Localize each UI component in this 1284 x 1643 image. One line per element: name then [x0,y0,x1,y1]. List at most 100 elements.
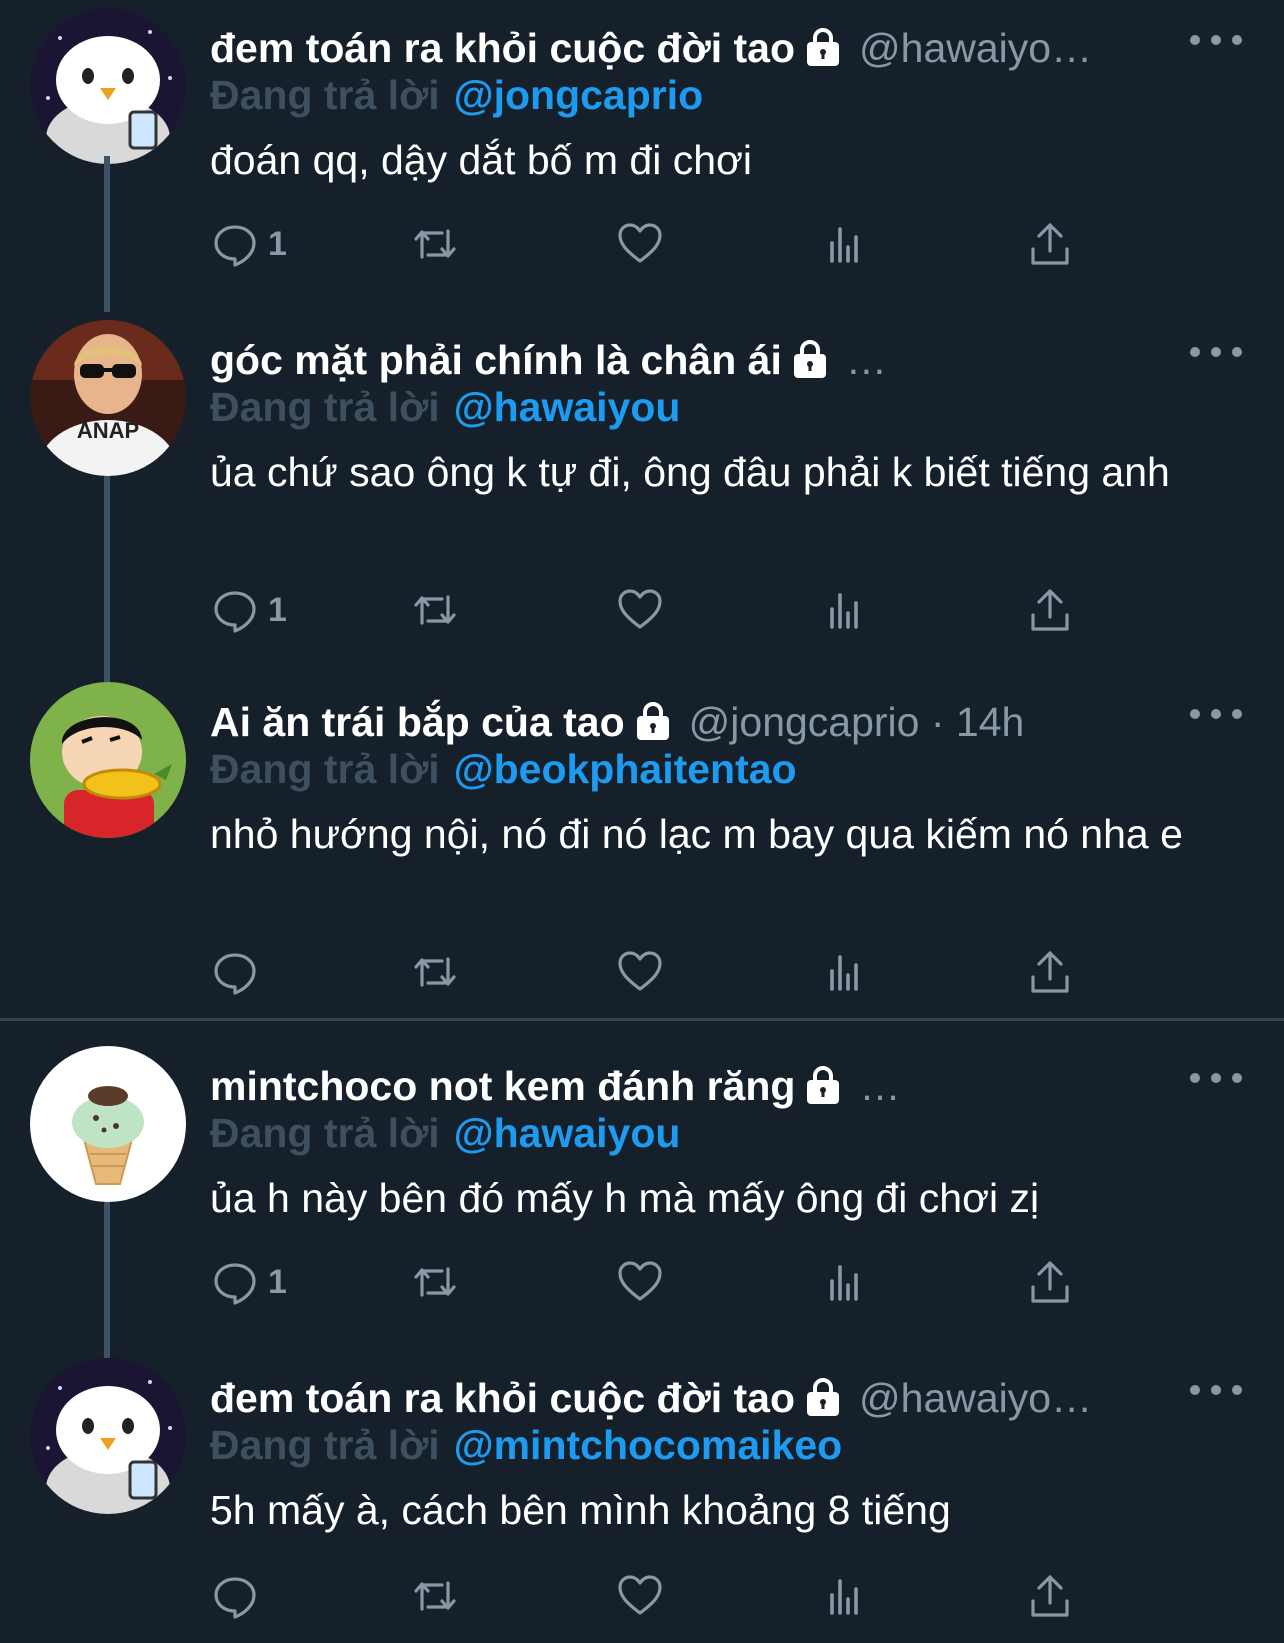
heart-icon [615,219,665,269]
analytics-button[interactable] [820,1568,870,1624]
handle[interactable]: @hawaiyo… [859,1375,1092,1422]
share-button[interactable] [1025,1568,1075,1624]
tweet-header: đem toán ra khỏi cuộc đời tao @hawaiyo… [210,20,1224,76]
tweet-2[interactable]: ANAP góc mặt phải chính là chân ái … Đan… [0,156,1284,682]
reply-icon [210,947,260,997]
replying-label: Đang trả lời [210,746,440,792]
handle[interactable]: @hawaiyo… [859,25,1092,72]
thread-line [104,156,110,312]
more-options-icon[interactable] [1190,702,1242,726]
handle[interactable]: … [846,337,887,384]
like-button[interactable] [615,216,665,272]
heart-icon [615,1571,665,1621]
svg-text:ANAP: ANAP [77,418,139,443]
tweet-actions: 1 [210,582,1130,638]
tweet-5[interactable]: đem toán ra khỏi cuộc đời tao @hawaiyo… … [0,1346,1284,1643]
more-options-icon[interactable] [1190,28,1242,52]
like-button[interactable] [615,1254,665,1310]
lock-icon [803,1066,843,1106]
reply-count: 1 [268,590,287,629]
handle-timestamp[interactable]: @jongcaprio · 14h [689,699,1025,746]
tweet-4[interactable]: mintchoco not kem đánh răng … Đang trả l… [0,1046,1284,1346]
replying-to: Đang trả lời @jongcaprio [210,72,703,119]
tweet-header: đem toán ra khỏi cuộc đời tao @hawaiyo… [210,1370,1224,1426]
retweet-icon [410,585,460,635]
analytics-icon [820,219,870,269]
tweet-1[interactable]: đem toán ra khỏi cuộc đời tao @hawaiyo… … [0,8,1284,308]
retweet-button[interactable] [410,1568,460,1624]
replying-mention-link[interactable]: @mintchocomaikeo [454,1422,843,1469]
display-name[interactable]: đem toán ra khỏi cuộc đời tao [210,1375,795,1422]
reply-icon [210,585,260,635]
replying-mention-link[interactable]: @hawaiyou [454,384,681,431]
tweet-text: đoán qq, dậy dắt bố m đi chơi [210,137,753,183]
tweet-header: góc mặt phải chính là chân ái … [210,332,1224,388]
retweet-icon [410,1571,460,1621]
display-name[interactable]: mintchoco not kem đánh răng [210,1063,795,1110]
replying-mention-link[interactable]: @beokphaitentao [454,746,797,793]
analytics-button[interactable] [820,1254,870,1310]
reply-count: 1 [268,224,287,263]
display-name[interactable]: góc mặt phải chính là chân ái [210,337,782,384]
more-options-icon[interactable] [1190,1066,1242,1090]
thread-line [104,1202,110,1346]
analytics-icon [820,1571,870,1621]
replying-mention-link[interactable]: @hawaiyou [454,1110,681,1157]
share-icon [1025,219,1075,269]
tweet-text: ủa h này bên đó mấy h mà mấy ông đi chơi… [210,1175,1040,1221]
retweet-button[interactable] [410,216,460,272]
reply-button[interactable] [210,944,268,1000]
share-icon [1025,947,1075,997]
share-button[interactable] [1025,216,1075,272]
more-options-icon[interactable] [1190,340,1242,364]
analytics-icon [820,947,870,997]
more-options-icon[interactable] [1190,1378,1242,1402]
tweet-actions [210,944,1130,1000]
avatar-ice-cream[interactable] [30,1046,186,1202]
replying-to: Đang trả lời @mintchocomaikeo [210,1422,842,1469]
share-button[interactable] [1025,944,1075,1000]
reply-icon [210,219,260,269]
reply-button[interactable]: 1 [210,582,287,638]
replying-label: Đang trả lời [210,1422,440,1468]
share-icon [1025,1257,1075,1307]
reply-button[interactable] [210,1568,268,1624]
avatar-penguin[interactable] [30,1358,186,1514]
reply-icon [210,1571,260,1621]
reply-button[interactable]: 1 [210,216,287,272]
tweet-3[interactable]: Ai ăn trái bắp của tao @jongcaprio · 14h… [0,682,1284,1012]
like-button[interactable] [615,944,665,1000]
share-button[interactable] [1025,1254,1075,1310]
avatar-cartoon-corn[interactable] [30,682,186,838]
analytics-icon [820,585,870,635]
tweet-feed: đem toán ra khỏi cuộc đời tao @hawaiyo… … [0,0,1284,1643]
heart-icon [615,947,665,997]
retweet-icon [410,219,460,269]
display-name[interactable]: đem toán ra khỏi cuộc đời tao [210,25,795,72]
tweet-text: ủa chứ sao ông k tự đi, ông đâu phải k b… [210,449,1170,495]
analytics-button[interactable] [820,216,870,272]
handle[interactable]: … [859,1063,900,1110]
replying-to: Đang trả lời @hawaiyou [210,384,680,431]
replying-label: Đang trả lời [210,1110,440,1156]
replying-label: Đang trả lời [210,384,440,430]
analytics-button[interactable] [820,582,870,638]
retweet-button[interactable] [410,1254,460,1310]
tweet-header: mintchoco not kem đánh răng … [210,1058,1224,1114]
share-button[interactable] [1025,582,1075,638]
analytics-button[interactable] [820,944,870,1000]
replying-mention-link[interactable]: @jongcaprio [454,72,704,119]
avatar-kid-sunglasses[interactable]: ANAP [30,320,186,476]
thread-line [104,1346,110,1358]
share-icon [1025,1571,1075,1621]
tweet-actions: 1 [210,1254,1130,1310]
like-button[interactable] [615,1568,665,1624]
display-name[interactable]: Ai ăn trái bắp của tao [210,699,625,746]
tweet-text: 5h mấy à, cách bên mình khoảng 8 tiếng [210,1487,951,1533]
reply-button[interactable]: 1 [210,1254,287,1310]
like-button[interactable] [615,582,665,638]
heart-icon [615,1257,665,1307]
retweet-button[interactable] [410,944,460,1000]
retweet-button[interactable] [410,582,460,638]
avatar-penguin[interactable] [30,8,186,164]
